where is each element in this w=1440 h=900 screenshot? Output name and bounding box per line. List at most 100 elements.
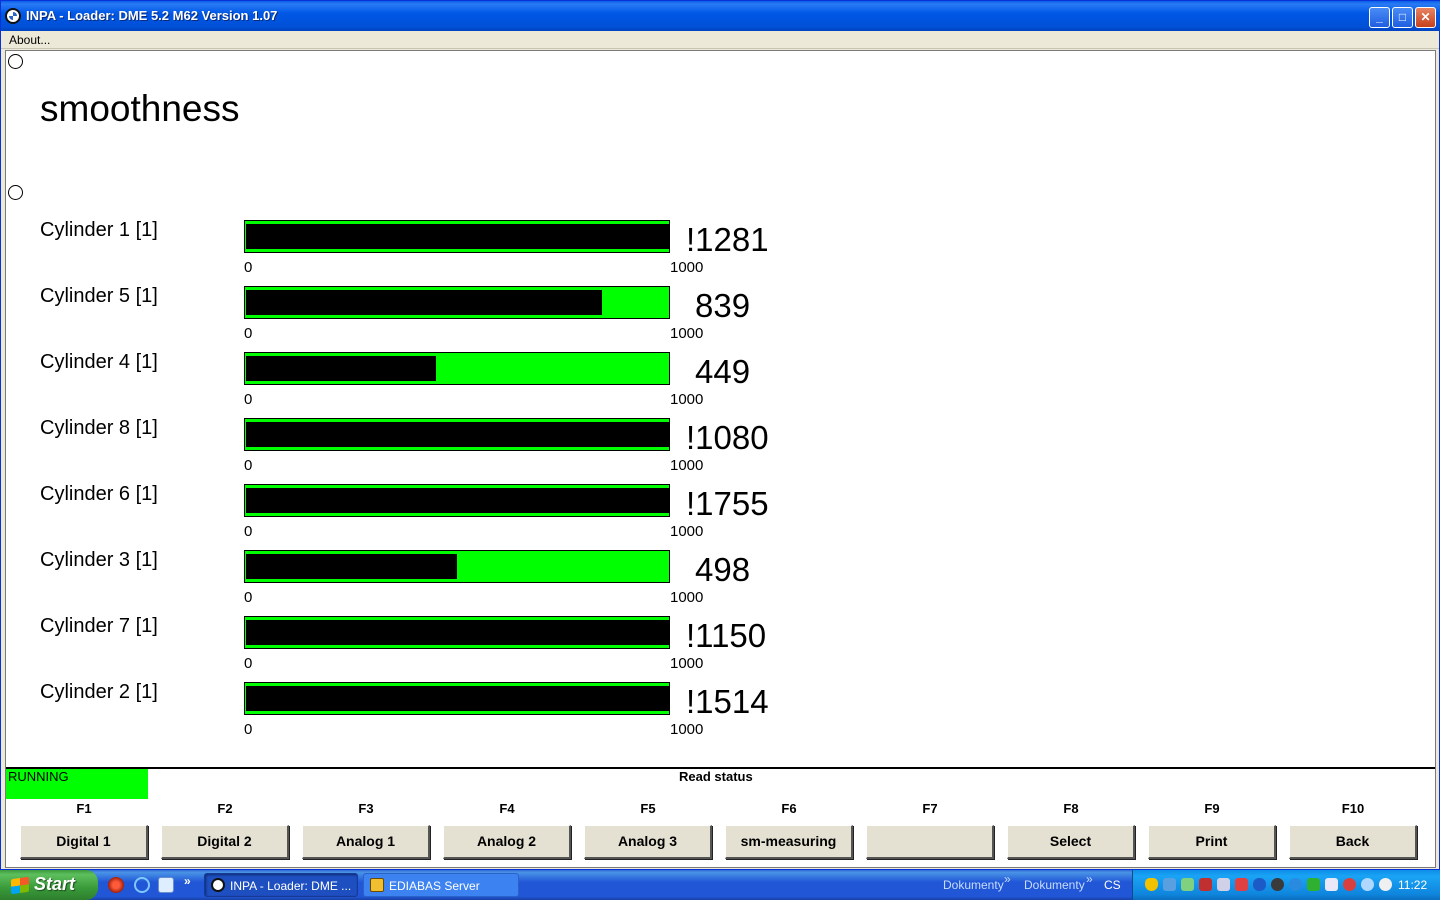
smoothness-bar-fill [246,620,670,645]
bar-min-label: 0 [244,721,253,738]
menu-bar: About... [1,31,1439,49]
maximize-icon: □ [1398,10,1407,24]
fkey-label-f1: F1 [76,801,92,816]
smoothness-bar [244,484,670,517]
fkey-button-f4[interactable]: Analog 2 [443,825,571,859]
client-area: smoothness Cylinder 1 [1] 0 1000 !1281 Cylin… [5,50,1436,868]
cylinder-label: Cylinder 6 [1] [40,483,158,505]
toolbar-more-1[interactable]: » [1004,872,1011,886]
task-button-ediabas[interactable]: EDIABAS Server [363,873,519,897]
cylinder-value: !1281 [686,221,769,258]
toolbar-dokumenty-2[interactable]: Dokumenty [1024,878,1085,892]
volume-icon[interactable] [1361,878,1374,891]
smoothness-bar [244,220,670,253]
radio-button-2[interactable] [8,185,23,200]
bar-max-label: 1000 [670,721,704,738]
minimize-icon: _ [1376,10,1383,24]
bar-min-label: 0 [244,589,253,606]
bluetooth-icon[interactable] [1253,878,1266,891]
cylinder-value: 449 [695,353,751,390]
fkey-button-f8[interactable]: Select [1007,825,1135,859]
display-icon[interactable] [1217,878,1230,891]
maximize-button[interactable]: □ [1392,7,1413,28]
cylinder-value: !1080 [686,419,769,456]
media-icon[interactable] [1271,878,1284,891]
smoothness-bar [244,352,670,385]
network-icon[interactable] [1163,878,1176,891]
cylinder-row: Cylinder 6 [1] 0 1000 !1755 [6,483,906,549]
battery-icon[interactable] [1325,878,1338,891]
media-player-icon[interactable] [108,877,124,893]
device-icon[interactable] [1199,878,1212,891]
title-bar[interactable]: INPA - Loader: DME 5.2 M62 Version 1.07 … [1,1,1440,31]
alert-icon[interactable] [1343,878,1356,891]
fkey-button-f1[interactable]: Digital 1 [20,825,148,859]
bar-max-label: 1000 [670,391,704,408]
task-button-inpa[interactable]: INPA - Loader: DME ... [204,873,358,897]
sync-icon[interactable] [1307,878,1320,891]
minimize-button[interactable]: _ [1369,7,1390,28]
cylinder-value: !1150 [686,617,767,654]
language-indicator[interactable]: CS [1104,878,1121,892]
cylinder-value: 498 [695,551,751,588]
quicklaunch-more[interactable]: » [184,874,191,888]
bar-max-label: 1000 [670,457,704,474]
cylinder-label: Cylinder 7 [1] [40,615,158,637]
bar-min-label: 0 [244,325,253,342]
start-label: Start [34,874,76,894]
update-icon[interactable] [1289,878,1302,891]
cylinder-label: Cylinder 4 [1] [40,351,158,373]
bar-max-label: 1000 [670,655,704,672]
bar-max-label: 1000 [670,325,704,342]
smoothness-bar-fill [246,488,670,513]
cylinder-row: Cylinder 8 [1] 0 1000 !1080 [6,417,906,483]
cylinder-label: Cylinder 8 [1] [40,417,158,439]
cylinder-row: Cylinder 7 [1] 0 1000 !1150 [6,615,906,681]
smoothness-bar [244,616,670,649]
smoothness-bar [244,550,670,583]
fkey-label-f5: F5 [640,801,656,816]
internet-explorer-icon[interactable] [134,877,150,893]
show-desktop-icon[interactable] [158,877,174,893]
close-button[interactable]: ✕ [1415,7,1436,28]
fkey-button-f2[interactable]: Digital 2 [161,825,289,859]
inpa-app-icon[interactable] [5,8,21,24]
fkey-button-f5[interactable]: Analog 3 [584,825,712,859]
taskbar-clock[interactable]: 11:22 [1398,878,1427,892]
bar-min-label: 0 [244,523,253,540]
smoothness-bar-fill [246,686,670,711]
fkey-button-f6[interactable]: sm-measuring [725,825,853,859]
cylinder-row: Cylinder 1 [1] 0 1000 !1281 [6,219,906,285]
fkey-button-f3[interactable]: Analog 1 [302,825,430,859]
fkey-button-f10[interactable]: Back [1289,825,1417,859]
cylinder-value: !1514 [686,683,769,720]
cylinder-label: Cylinder 5 [1] [40,285,158,307]
task-label: EDIABAS Server [389,879,480,893]
bar-max-label: 1000 [670,523,704,540]
running-indicator: RUNNING [6,769,148,799]
fkey-label-f8: F8 [1063,801,1079,816]
start-button[interactable]: Start [0,870,98,900]
close-icon: ✕ [1420,10,1431,24]
fkey-button-f9[interactable]: Print [1148,825,1276,859]
radio-button-1[interactable] [8,54,23,69]
toolbar-more-2[interactable]: » [1086,872,1093,886]
security-shield-icon[interactable] [1145,878,1158,891]
inpa-icon [211,878,225,892]
fkey-button-f7[interactable] [866,825,994,859]
bar-min-label: 0 [244,259,253,276]
smoothness-bar [244,286,670,319]
cylinder-row: Cylinder 5 [1] 0 1000 839 [6,285,906,351]
smoothness-bar-fill [246,290,602,315]
antivirus-icon[interactable] [1235,878,1248,891]
wireless-icon[interactable] [1181,878,1194,891]
cylinder-label: Cylinder 1 [1] [40,219,158,241]
smoothness-bar-fill [246,356,436,381]
toolbar-dokumenty-1[interactable]: Dokumenty [943,878,1004,892]
cylinder-row: Cylinder 2 [1] 0 1000 !1514 [6,681,906,747]
cylinder-row: Cylinder 4 [1] 0 1000 449 [6,351,906,417]
fkey-label-f2: F2 [217,801,233,816]
menu-item-about[interactable]: About... [9,33,50,47]
windows-logo-icon [11,876,29,895]
clock-utility-icon[interactable] [1379,878,1392,891]
